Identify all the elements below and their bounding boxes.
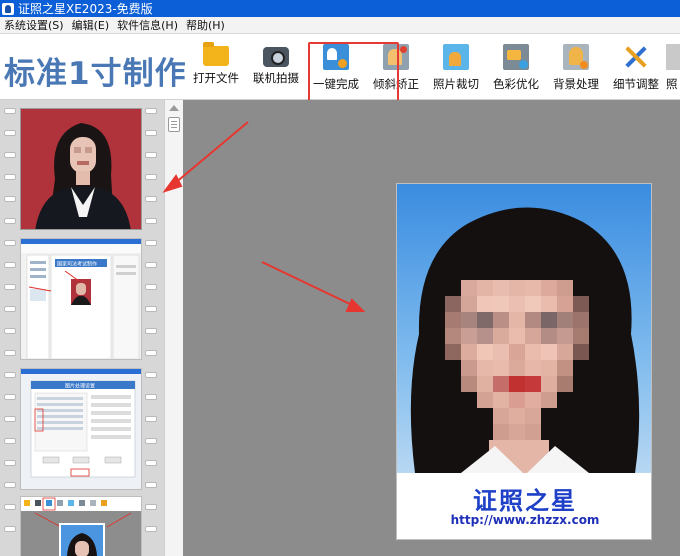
arrow-to-thumbnail-head	[162, 174, 183, 193]
arrow-to-photo-head	[345, 298, 366, 312]
id-photo-preview: 证照之星 http://www.zhzzx.com	[396, 183, 652, 540]
watermark-brand: 证照之星	[473, 487, 577, 515]
arrow-to-photo	[261, 261, 353, 306]
portrait-image	[397, 184, 651, 473]
watermark-url: http://www.zhzzx.com	[450, 513, 600, 527]
id-photo-image	[397, 184, 651, 473]
arrow-to-thumbnail	[173, 121, 249, 185]
